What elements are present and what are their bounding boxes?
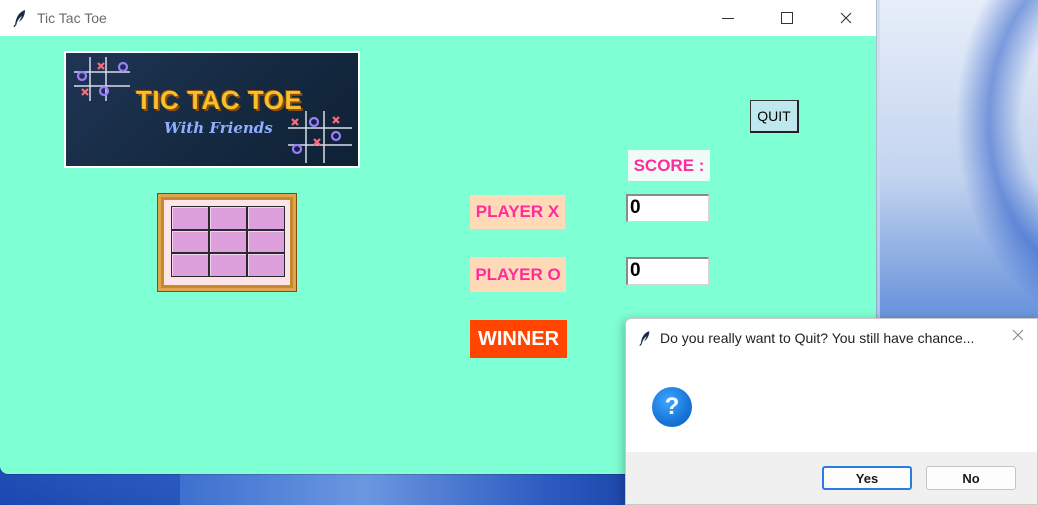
- feather-icon: [639, 331, 650, 346]
- board-cell-9[interactable]: [248, 254, 284, 276]
- board-cell-2[interactable]: [210, 207, 246, 229]
- quit-button[interactable]: QUIT: [750, 100, 799, 133]
- title-bar: Tic Tac Toe: [0, 0, 876, 36]
- feather-icon: [13, 10, 25, 27]
- board-cell-3[interactable]: [248, 207, 284, 229]
- game-board-mat: [164, 200, 290, 285]
- quit-confirm-dialog: Do you really want to Quit? You still ha…: [625, 318, 1038, 505]
- window-title: Tic Tac Toe: [37, 10, 107, 26]
- no-button[interactable]: No: [926, 466, 1016, 490]
- yes-button[interactable]: Yes: [822, 466, 912, 490]
- dialog-close-icon[interactable]: [1012, 329, 1024, 341]
- banner-subtitle: With Friends: [164, 119, 273, 137]
- board-cell-5[interactable]: [210, 230, 246, 253]
- board-cell-1[interactable]: [172, 207, 208, 229]
- game-board: [171, 206, 285, 277]
- player-o-score[interactable]: 0: [626, 257, 709, 285]
- maximize-button[interactable]: [764, 0, 810, 36]
- dialog-title-bar: Do you really want to Quit? You still ha…: [626, 319, 1037, 357]
- board-cell-6[interactable]: [248, 230, 284, 253]
- minimize-button[interactable]: [705, 0, 751, 36]
- board-cell-8[interactable]: [210, 254, 246, 276]
- maximize-icon: [781, 12, 793, 24]
- question-icon: ?: [652, 387, 692, 427]
- dialog-footer: Yes No: [626, 452, 1037, 504]
- desktop-wallpaper-bottom: [180, 470, 640, 505]
- dialog-title: Do you really want to Quit? You still ha…: [660, 330, 975, 346]
- player-x-label: PLAYER X: [470, 195, 565, 229]
- board-cell-4[interactable]: [172, 230, 208, 253]
- winner-label: WINNER: [470, 320, 567, 358]
- close-button[interactable]: [823, 0, 869, 36]
- close-icon: [840, 12, 852, 24]
- board-cell-7[interactable]: [172, 254, 208, 276]
- game-banner: TIC TAC TOE With Friends: [64, 51, 360, 168]
- player-o-label: PLAYER O: [470, 257, 566, 292]
- minimize-icon: [722, 17, 734, 19]
- score-label: SCORE :: [628, 150, 710, 181]
- game-board-frame: [157, 193, 297, 292]
- banner-title: TIC TAC TOE: [136, 85, 303, 115]
- player-x-score[interactable]: 0: [626, 194, 709, 222]
